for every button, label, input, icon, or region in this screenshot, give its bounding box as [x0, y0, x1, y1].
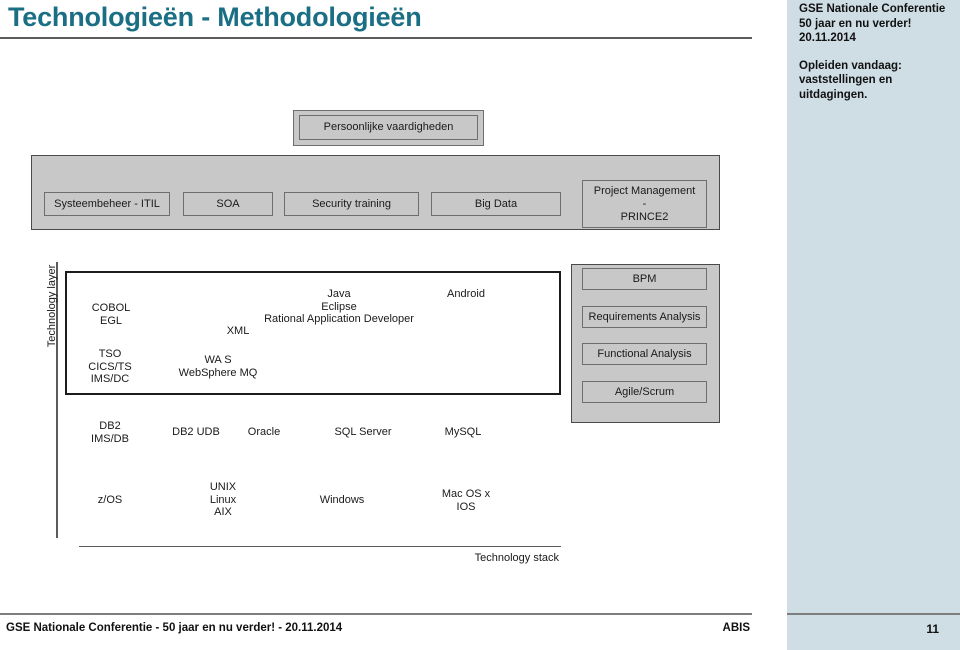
- db-item-db2-imsdb: DB2 IMS/DB: [91, 420, 129, 445]
- conference-info-sidebar: GSE Nationale Conferentie 50 jaar en nu …: [787, 0, 960, 650]
- db-item-db2-udb: DB2 UDB: [172, 426, 220, 438]
- tech-item-was-websphere-mq: WA S WebSphere MQ: [178, 354, 258, 379]
- os-item-zos: z/OS: [97, 494, 123, 506]
- sidebar-line-3: 20.11.2014: [799, 32, 856, 44]
- technology-layer-axis-label: Technology layer: [46, 264, 58, 348]
- sidebar-line-4: Opleiden vandaag:: [799, 59, 902, 72]
- methodology-box-bpm[interactable]: BPM: [582, 268, 707, 290]
- technology-stack-divider: [79, 546, 561, 547]
- methodology-box-functional-analysis[interactable]: Functional Analysis: [582, 343, 707, 365]
- sidebar-line-2: 50 jaar en nu verder!: [799, 17, 912, 30]
- page-number: 11: [926, 622, 939, 636]
- topic-box-soa[interactable]: SOA: [183, 192, 273, 216]
- page-title: Technologieën - Methodologieën: [8, 2, 422, 32]
- db-item-sql-server: SQL Server: [334, 426, 392, 438]
- sidebar-footer-divider: [787, 613, 960, 615]
- tech-item-java-eclipse-rad: Java Eclipse Rational Application Develo…: [264, 288, 414, 326]
- sidebar-line-5: vaststellingen en uitdagingen.: [799, 74, 893, 101]
- db-item-oracle: Oracle: [247, 426, 281, 438]
- db-item-mysql: MySQL: [444, 426, 482, 438]
- title-divider: [0, 37, 752, 39]
- topic-box-big-data[interactable]: Big Data: [431, 192, 561, 216]
- tech-item-tso-cicsts-imsdc: TSO CICS/TS IMS/DC: [88, 348, 132, 386]
- footer-divider: [0, 613, 752, 615]
- methodology-box-requirements-analysis[interactable]: Requirements Analysis: [582, 306, 707, 328]
- conference-info-text: GSE Nationale Conferentie 50 jaar en nu …: [799, 2, 959, 102]
- sidebar-line-1: GSE Nationale Conferentie: [799, 3, 946, 15]
- methodology-box-agile-scrum[interactable]: Agile/Scrum: [582, 381, 707, 403]
- topic-box-project-management-prince2[interactable]: Project Management - PRINCE2: [582, 180, 707, 228]
- footer-brand: ABIS: [722, 622, 750, 634]
- tech-item-cobol-egl: COBOL EGL: [91, 302, 131, 327]
- topic-box-security-training[interactable]: Security training: [284, 192, 419, 216]
- topic-box-systeembeheer-itil[interactable]: Systeembeheer - ITIL: [44, 192, 170, 216]
- technology-stack-label: Technology stack: [474, 552, 559, 564]
- tech-item-xml: XML: [226, 325, 250, 337]
- os-item-macosx-ios: Mac OS x IOS: [441, 488, 491, 513]
- tech-item-android: Android: [447, 288, 485, 300]
- os-item-unix-linux-aix: UNIX Linux AIX: [209, 481, 237, 519]
- footer-conference-text: GSE Nationale Conferentie - 50 jaar en n…: [6, 622, 343, 634]
- os-item-windows: Windows: [319, 494, 365, 506]
- personal-skills-box[interactable]: Persoonlijke vaardigheden: [299, 115, 478, 140]
